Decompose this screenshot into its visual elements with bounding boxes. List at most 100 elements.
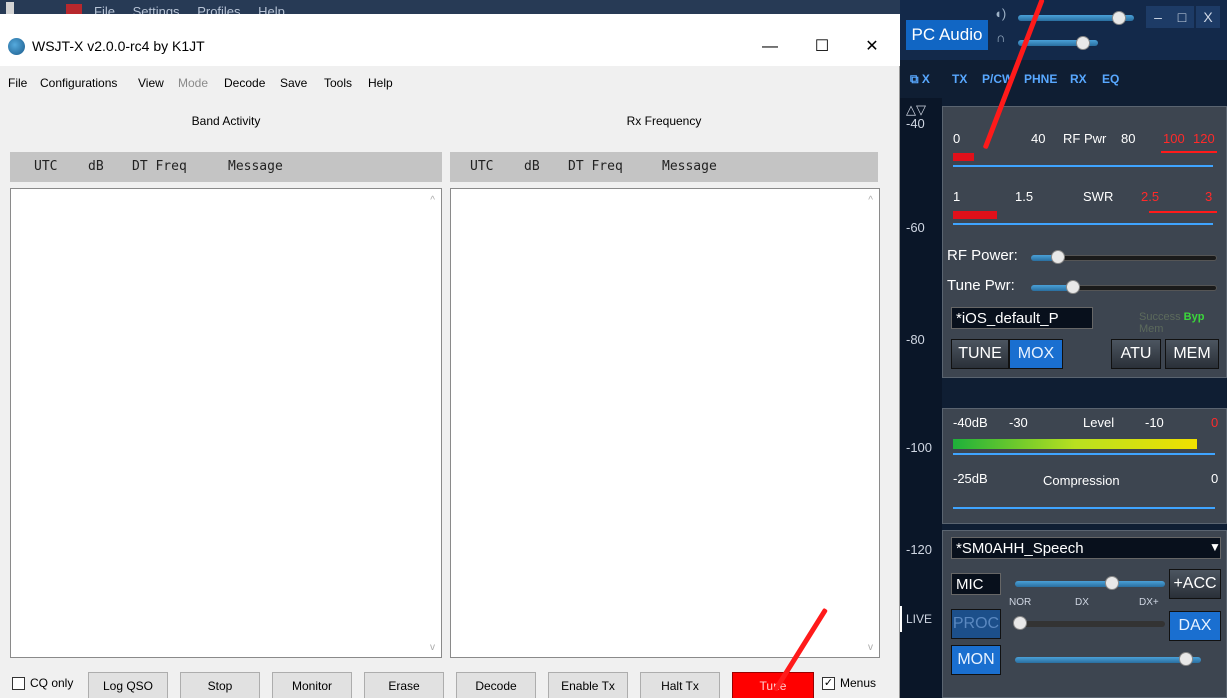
stop-button[interactable]: Stop	[180, 672, 260, 698]
menu-save[interactable]: Save	[280, 76, 307, 90]
swr-meter-label: 1.5	[1015, 189, 1034, 204]
rf-meter-label: 0	[953, 131, 961, 146]
title-bar: WSJT-X v2.0.0-rc4 by K1JT — ☐ ✕	[0, 14, 900, 66]
swr-meter-label: SWR	[1083, 189, 1114, 204]
level-meter-label: Level	[1083, 415, 1115, 430]
swr-meter-fill	[953, 211, 998, 219]
decode-button[interactable]: Decode	[456, 672, 536, 698]
swr-meter-red-label: 2.5	[1141, 189, 1160, 204]
tune-pwr-thumb[interactable]	[1065, 280, 1080, 294]
menu-tools[interactable]: Tools	[324, 76, 352, 90]
tune-button[interactable]: Tune	[732, 672, 814, 698]
mox-button[interactable]: MOX	[1009, 339, 1063, 369]
proc-thumb[interactable]	[1013, 616, 1027, 630]
chevron-down-icon: ▼	[1209, 540, 1221, 554]
swr-meter-red-label: 3	[1205, 189, 1213, 204]
scale-label: -60	[906, 220, 925, 235]
mon-level-slider[interactable]	[1015, 657, 1201, 663]
level-section: -40dB -30 Level -10 0 -25dB Compression …	[942, 408, 1227, 524]
sdr-tune-button[interactable]: TUNE	[951, 339, 1009, 369]
rf-meter-red-label: 100	[1163, 131, 1185, 146]
dock-icon[interactable]: ⧉ X	[910, 72, 930, 87]
scale-label: -120	[906, 542, 933, 557]
atu-button[interactable]: ATU	[1111, 339, 1161, 369]
atu-success-indicator: Success	[1139, 311, 1181, 323]
swr-meter-scale	[953, 223, 1213, 225]
tab-phne[interactable]: PHNE	[1024, 72, 1057, 86]
enable-tx-button[interactable]: Enable Tx	[548, 672, 628, 698]
band-col-utc: UTC	[34, 159, 58, 174]
mon-button[interactable]: MON	[951, 645, 1001, 675]
band-activity-pane[interactable]: ^ v	[10, 188, 442, 658]
proc-label-dx: DX	[1075, 597, 1089, 608]
mic-section: *SM0AHH_Speech ▼ MIC +ACC PROC NOR DX DX…	[942, 530, 1227, 698]
scale-label: -40	[906, 116, 925, 131]
speaker-icon: ◖)	[994, 6, 1007, 21]
tab-tx[interactable]: TX	[952, 72, 967, 86]
rx-frequency-header: UTC dB DT Freq Message	[450, 152, 878, 182]
mon-level-thumb[interactable]	[1179, 652, 1193, 666]
proc-button[interactable]: PROC	[951, 609, 1001, 639]
mem-button[interactable]: MEM	[1165, 339, 1219, 369]
menu-file[interactable]: File	[8, 76, 27, 90]
menu-bar: File Configurations View Mode Decode Sav…	[0, 74, 900, 94]
rf-meter-label: 80	[1121, 131, 1136, 146]
band-activity-header: UTC dB DT Freq Message	[10, 152, 442, 182]
mic-input-select[interactable]: MIC	[951, 573, 1001, 595]
sdr-maximize-button[interactable]: □	[1170, 6, 1194, 28]
tab-eq[interactable]: EQ	[1102, 72, 1119, 86]
compression-label: -25dB	[953, 471, 988, 486]
headphone-icon: ∩	[996, 30, 1006, 45]
scroll-down-icon[interactable]: v	[430, 642, 435, 653]
menu-view[interactable]: View	[138, 76, 164, 90]
tab-rx[interactable]: RX	[1070, 72, 1087, 86]
live-indicator[interactable]: LIVE	[900, 606, 942, 632]
rf-meter-red-label: 120	[1193, 131, 1215, 146]
mic-profile-select[interactable]: *SM0AHH_Speech	[951, 537, 1221, 559]
maximize-button[interactable]: ☐	[802, 36, 842, 60]
cq-only-checkbox[interactable]	[12, 677, 25, 690]
log-qso-button[interactable]: Log QSO	[88, 672, 168, 698]
menu-decode[interactable]: Decode	[224, 76, 265, 90]
rx-col-db: dB	[524, 159, 540, 174]
compression-meter-scale	[953, 507, 1215, 509]
mic-level-slider[interactable]	[1015, 581, 1165, 587]
dax-button[interactable]: DAX	[1169, 611, 1221, 641]
scroll-down-icon[interactable]: v	[868, 642, 873, 653]
proc-label-nor: NOR	[1009, 597, 1032, 608]
sdr-close-button[interactable]: X	[1196, 6, 1220, 28]
headphone-volume-thumb[interactable]	[1076, 36, 1090, 50]
rx-col-utc: UTC	[470, 159, 494, 174]
scroll-up-icon[interactable]: ^	[430, 195, 435, 206]
monitor-button[interactable]: Monitor	[272, 672, 352, 698]
close-button[interactable]: ✕	[852, 36, 892, 60]
rx-frequency-pane[interactable]: ^ v	[450, 188, 880, 658]
rf-meter-label: 40	[1031, 131, 1046, 146]
menu-help[interactable]: Help	[368, 76, 393, 90]
sdr-minimize-button[interactable]: –	[1146, 6, 1170, 28]
smartsdr-panel: PC Audio ◖) ∩ – □ X ⧉ X TX P/CW PHNE RX …	[900, 0, 1227, 698]
level-meter-label: -10	[1145, 415, 1164, 430]
rx-col-dt-freq: DT Freq	[568, 159, 623, 174]
acc-button[interactable]: +ACC	[1169, 569, 1221, 599]
erase-button[interactable]: Erase	[364, 672, 444, 698]
rf-power-thumb[interactable]	[1051, 250, 1066, 264]
atu-status: Success Byp Mem	[1139, 311, 1226, 335]
rf-meter-scale	[953, 165, 1213, 167]
tx-profile-select[interactable]: *iOS_default_P	[951, 307, 1093, 329]
menus-checkbox[interactable]: ✓	[822, 677, 835, 690]
rf-meter-label: RF Pwr	[1063, 131, 1107, 146]
scroll-up-icon[interactable]: ^	[868, 195, 873, 206]
wsjt-logo-icon	[8, 38, 25, 55]
rf-meter-fill	[953, 153, 974, 161]
mic-level-thumb[interactable]	[1105, 576, 1119, 590]
proc-slider[interactable]	[1015, 621, 1165, 627]
halt-tx-button[interactable]: Halt Tx	[640, 672, 720, 698]
menu-configurations[interactable]: Configurations	[40, 76, 117, 90]
speaker-volume-thumb[interactable]	[1112, 11, 1126, 25]
minimize-button[interactable]: —	[750, 36, 790, 60]
atu-byp-indicator: Byp	[1183, 311, 1205, 323]
swr-meter-red-zone	[1149, 211, 1217, 213]
pc-audio-button[interactable]: PC Audio	[906, 20, 988, 50]
cq-only-label: CQ only	[30, 676, 74, 690]
